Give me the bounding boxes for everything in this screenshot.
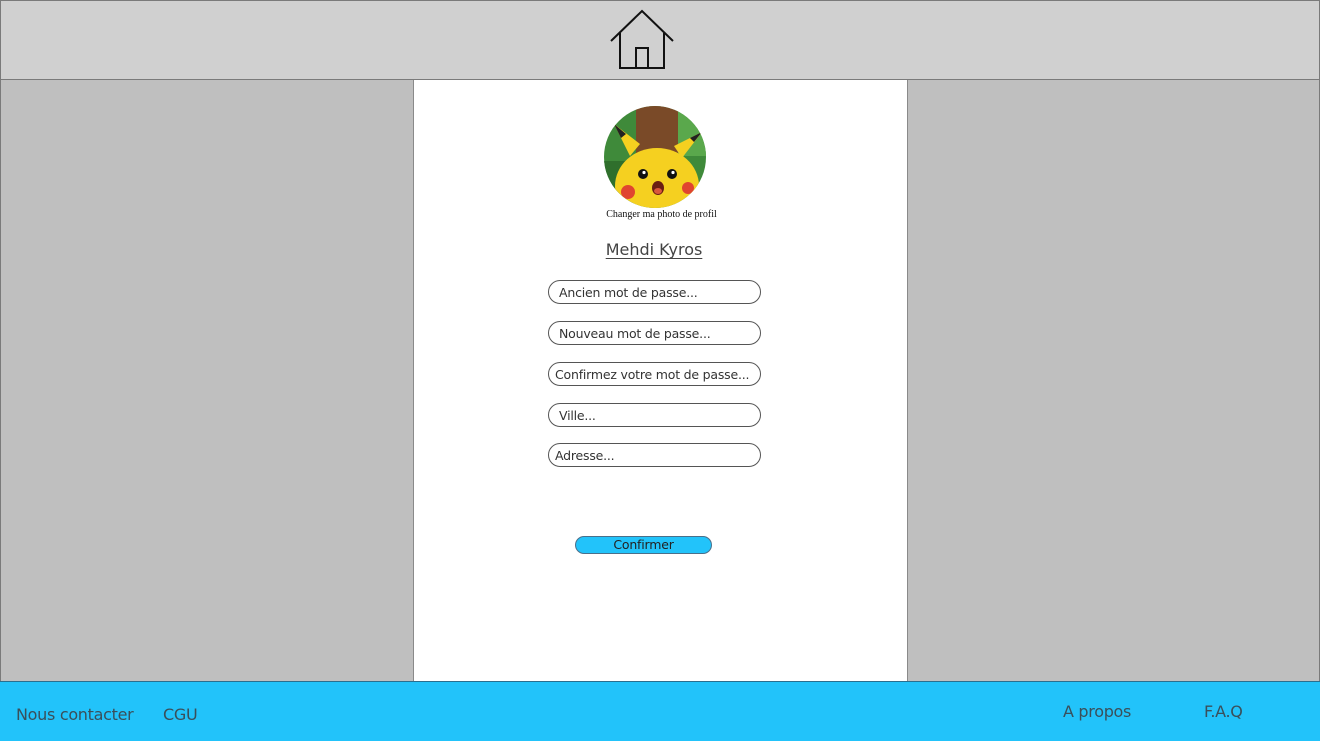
top-bar bbox=[0, 0, 1320, 80]
avatar[interactable] bbox=[604, 106, 706, 208]
contact-link[interactable]: Nous contacter bbox=[16, 705, 134, 724]
footer: Nous contacter CGU A propos F.A.Q bbox=[0, 681, 1320, 741]
left-margin bbox=[0, 80, 413, 681]
new-password-field[interactable] bbox=[548, 321, 761, 345]
address-field[interactable] bbox=[548, 443, 761, 467]
username: Mehdi Kyros bbox=[605, 240, 703, 259]
cgu-link[interactable]: CGU bbox=[163, 705, 198, 724]
confirm-password-field[interactable] bbox=[548, 362, 761, 386]
confirm-button[interactable]: Confirmer bbox=[575, 536, 712, 554]
home-button[interactable] bbox=[609, 8, 675, 72]
city-field[interactable] bbox=[548, 403, 761, 427]
change-photo-link[interactable]: Changer ma photo de profil bbox=[574, 209, 749, 220]
home-icon bbox=[610, 9, 674, 69]
profile-photo bbox=[604, 106, 706, 208]
old-password-field[interactable] bbox=[548, 280, 761, 304]
profile-panel: Changer ma photo de profil Mehdi Kyros C… bbox=[413, 80, 908, 681]
right-margin bbox=[908, 80, 1320, 681]
about-link[interactable]: A propos bbox=[1063, 702, 1131, 721]
faq-link[interactable]: F.A.Q bbox=[1204, 702, 1243, 721]
